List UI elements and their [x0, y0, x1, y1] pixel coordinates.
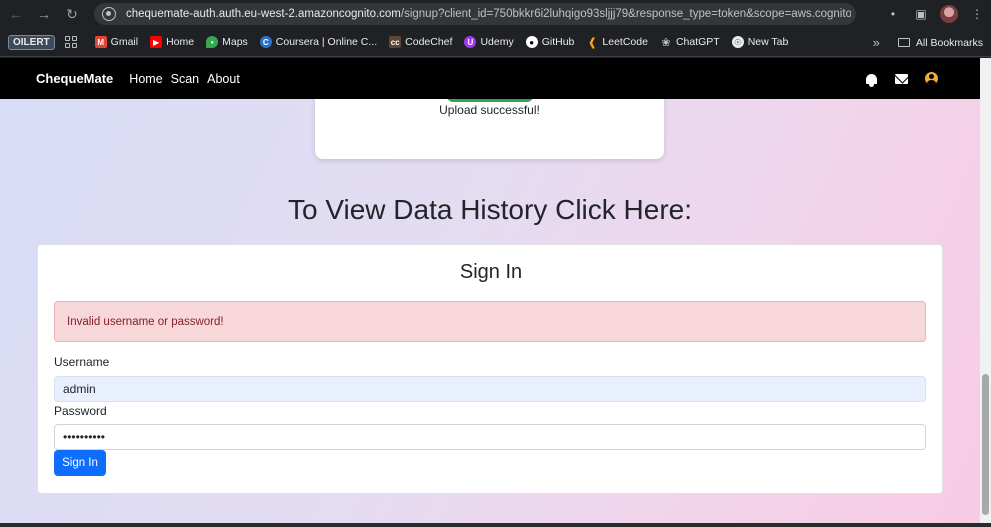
globe-icon: ☉: [731, 36, 744, 48]
browser-actions: • ▣ ⋮: [879, 0, 991, 28]
url-host: chequemate-auth.auth.eu-west-2.amazoncog…: [126, 8, 401, 20]
nav-about[interactable]: About: [207, 72, 240, 86]
username-label: Username: [54, 355, 110, 369]
bookmark-gmail[interactable]: M Gmail: [94, 36, 138, 48]
profile-avatar[interactable]: [935, 0, 963, 28]
bookmark-coursera[interactable]: C Coursera | Online C...: [259, 36, 377, 48]
signin-card: Sign In Invalid username or password! Us…: [37, 244, 943, 494]
codechef-icon: cc: [389, 36, 402, 48]
scrollbar-thumb[interactable]: [982, 374, 989, 515]
bookmark-github[interactable]: ● GitHub: [525, 36, 574, 48]
error-alert-text: Invalid username or password!: [67, 315, 224, 328]
coursera-icon: C: [259, 36, 272, 48]
menu-icon[interactable]: ⋮: [963, 0, 991, 28]
forward-icon[interactable]: →: [30, 0, 58, 28]
url-path: /signup?client_id=750bkkr6i2luhqigo93slj…: [400, 8, 851, 20]
more-bookmarks-icon[interactable]: »: [873, 35, 880, 50]
nav-icons: [848, 58, 938, 99]
address-bar[interactable]: chequemate-auth.auth.eu-west-2.amazoncog…: [94, 3, 856, 25]
data-history-heading[interactable]: To View Data History Click Here:: [0, 194, 980, 226]
nav-home[interactable]: Home: [129, 72, 162, 86]
envelope-icon[interactable]: [894, 72, 908, 86]
back-icon[interactable]: ←: [2, 0, 30, 28]
extensions-icon[interactable]: ▣: [907, 0, 935, 28]
url-text[interactable]: chequemate-auth.auth.eu-west-2.amazoncog…: [126, 8, 851, 20]
brand-logo[interactable]: ChequeMate: [36, 71, 113, 86]
password-value: ••••••••••: [63, 430, 106, 444]
signin-title: Sign In: [459, 261, 523, 283]
upload-status-message: Upload successful!: [439, 103, 540, 117]
username-value: admin: [63, 382, 96, 396]
username-field[interactable]: admin: [54, 376, 926, 402]
bookmark-udemy[interactable]: U Udemy: [464, 36, 514, 48]
chatgpt-icon: ❀: [661, 36, 671, 49]
maps-icon: •: [206, 36, 219, 48]
bell-icon[interactable]: [864, 72, 878, 87]
reload-icon[interactable]: ↻: [58, 0, 86, 28]
password-field[interactable]: ••••••••••: [54, 424, 926, 450]
signin-button[interactable]: Sign In: [54, 450, 106, 476]
gmail-icon: M: [94, 36, 107, 48]
site-info-icon[interactable]: [102, 7, 116, 21]
bookmark-newtab[interactable]: ☉ New Tab: [731, 36, 788, 48]
all-bookmarks-link[interactable]: All Bookmarks: [916, 37, 983, 49]
bookmark-chatgpt[interactable]: ❀ ChatGPT: [660, 36, 719, 49]
page-viewport: Upload successful! ChequeMate Home Scan …: [0, 58, 991, 527]
bookmark-oilert[interactable]: OILERT: [8, 34, 55, 50]
bookmark-leetcode[interactable]: ❰ LeetCode: [586, 36, 648, 49]
bookmarks-bar: OILERT M Gmail ▶ Home • Maps C Coursera | On…: [0, 28, 991, 57]
app-navbar: ChequeMate Home Scan About: [0, 58, 980, 99]
bookmark-codechef[interactable]: cc CodeChef: [389, 36, 452, 48]
folder-icon: [897, 38, 910, 47]
apps-grid-icon[interactable]: [64, 36, 77, 48]
bookmarks-right: » All Bookmarks: [873, 28, 983, 57]
leetcode-icon: ❰: [587, 36, 597, 49]
scrollbar-track[interactable]: [980, 58, 991, 527]
dot-icon: •: [890, 7, 896, 21]
taskbar-edge: [0, 523, 991, 527]
udemy-icon: U: [464, 36, 477, 48]
bookmark-home[interactable]: ▶ Home: [150, 36, 194, 48]
error-alert: Invalid username or password!: [54, 301, 926, 342]
github-icon: ●: [525, 36, 538, 48]
nav-scan[interactable]: Scan: [171, 72, 200, 86]
browser-toolbar: ← → ↻ chequemate-auth.auth.eu-west-2.ama…: [0, 0, 991, 28]
bookmark-maps[interactable]: • Maps: [206, 36, 248, 48]
user-circle-icon[interactable]: [924, 72, 938, 86]
password-label: Password: [54, 404, 107, 418]
youtube-icon: ▶: [150, 36, 163, 48]
